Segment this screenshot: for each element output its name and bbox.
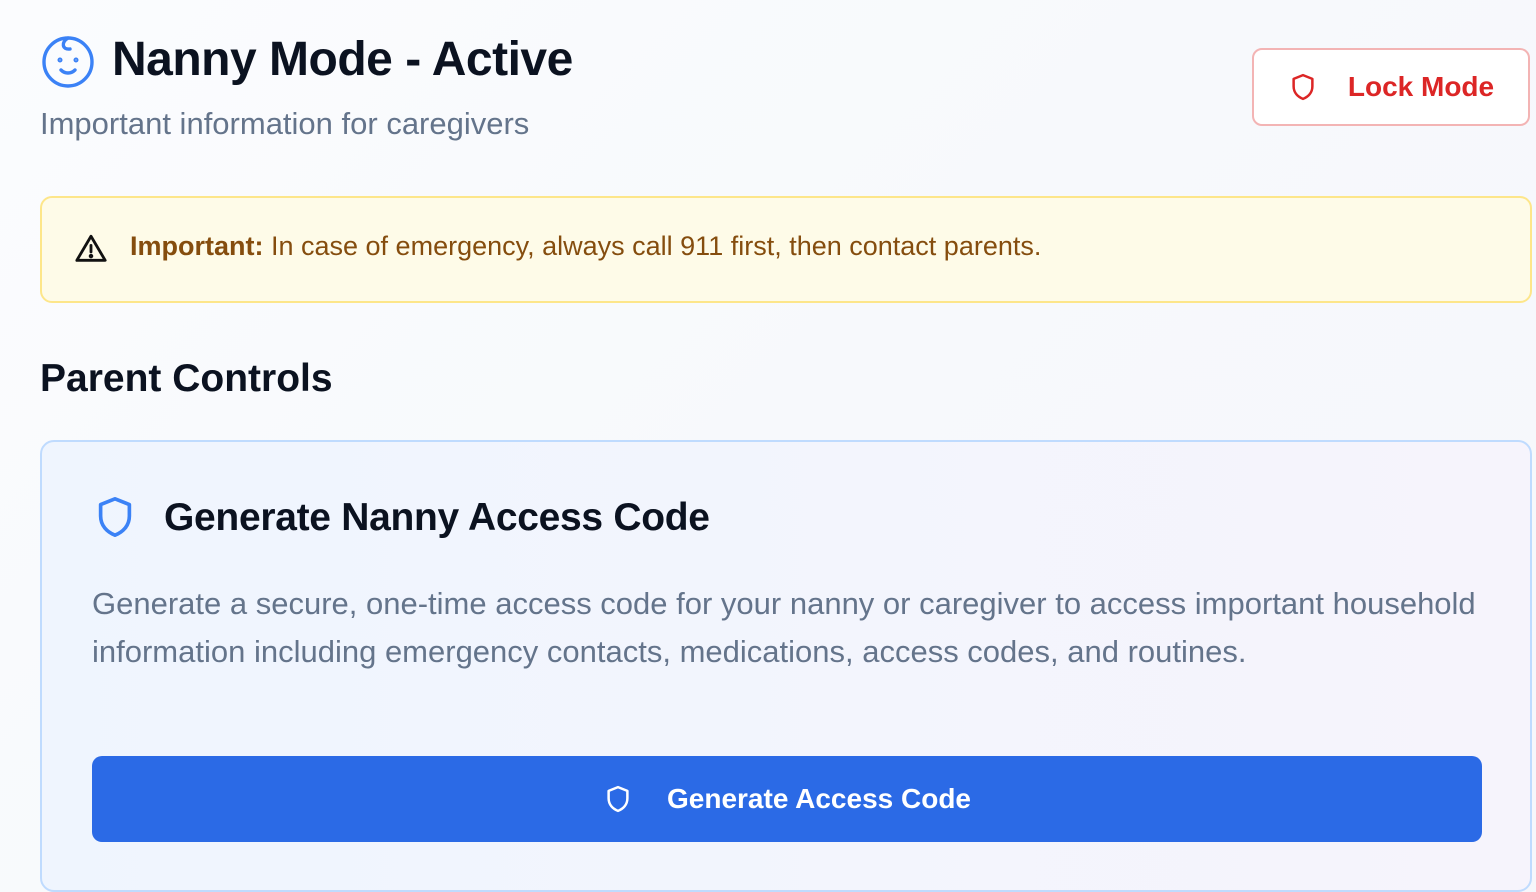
section-heading: Parent Controls: [40, 357, 333, 400]
alert-text: Important: In case of emergency, always …: [130, 228, 1041, 264]
shield-icon: [603, 784, 633, 814]
card-description: Generate a secure, one-time access code …: [92, 586, 1476, 669]
alert-strong-label: Important:: [130, 231, 264, 261]
baby-face-icon: [40, 34, 96, 90]
generate-access-code-button[interactable]: Generate Access Code: [92, 756, 1482, 842]
page-title: Nanny Mode - Active: [112, 33, 573, 86]
emergency-alert: Important: In case of emergency, always …: [40, 196, 1532, 303]
lock-mode-button[interactable]: Lock Mode: [1252, 48, 1530, 126]
alert-message: In case of emergency, always call 911 fi…: [263, 231, 1042, 261]
card-title: Generate Nanny Access Code: [164, 496, 710, 539]
lock-mode-label: Lock Mode: [1347, 71, 1495, 102]
access-code-card: Generate Nanny Access Code Generate a se…: [40, 440, 1532, 892]
warning-triangle-icon: [74, 232, 108, 266]
shield-icon: [1288, 72, 1318, 102]
page-subtitle: Important information for caregivers: [40, 106, 530, 141]
shield-icon: [92, 494, 138, 540]
generate-access-code-label: Generate Access Code: [667, 783, 971, 814]
